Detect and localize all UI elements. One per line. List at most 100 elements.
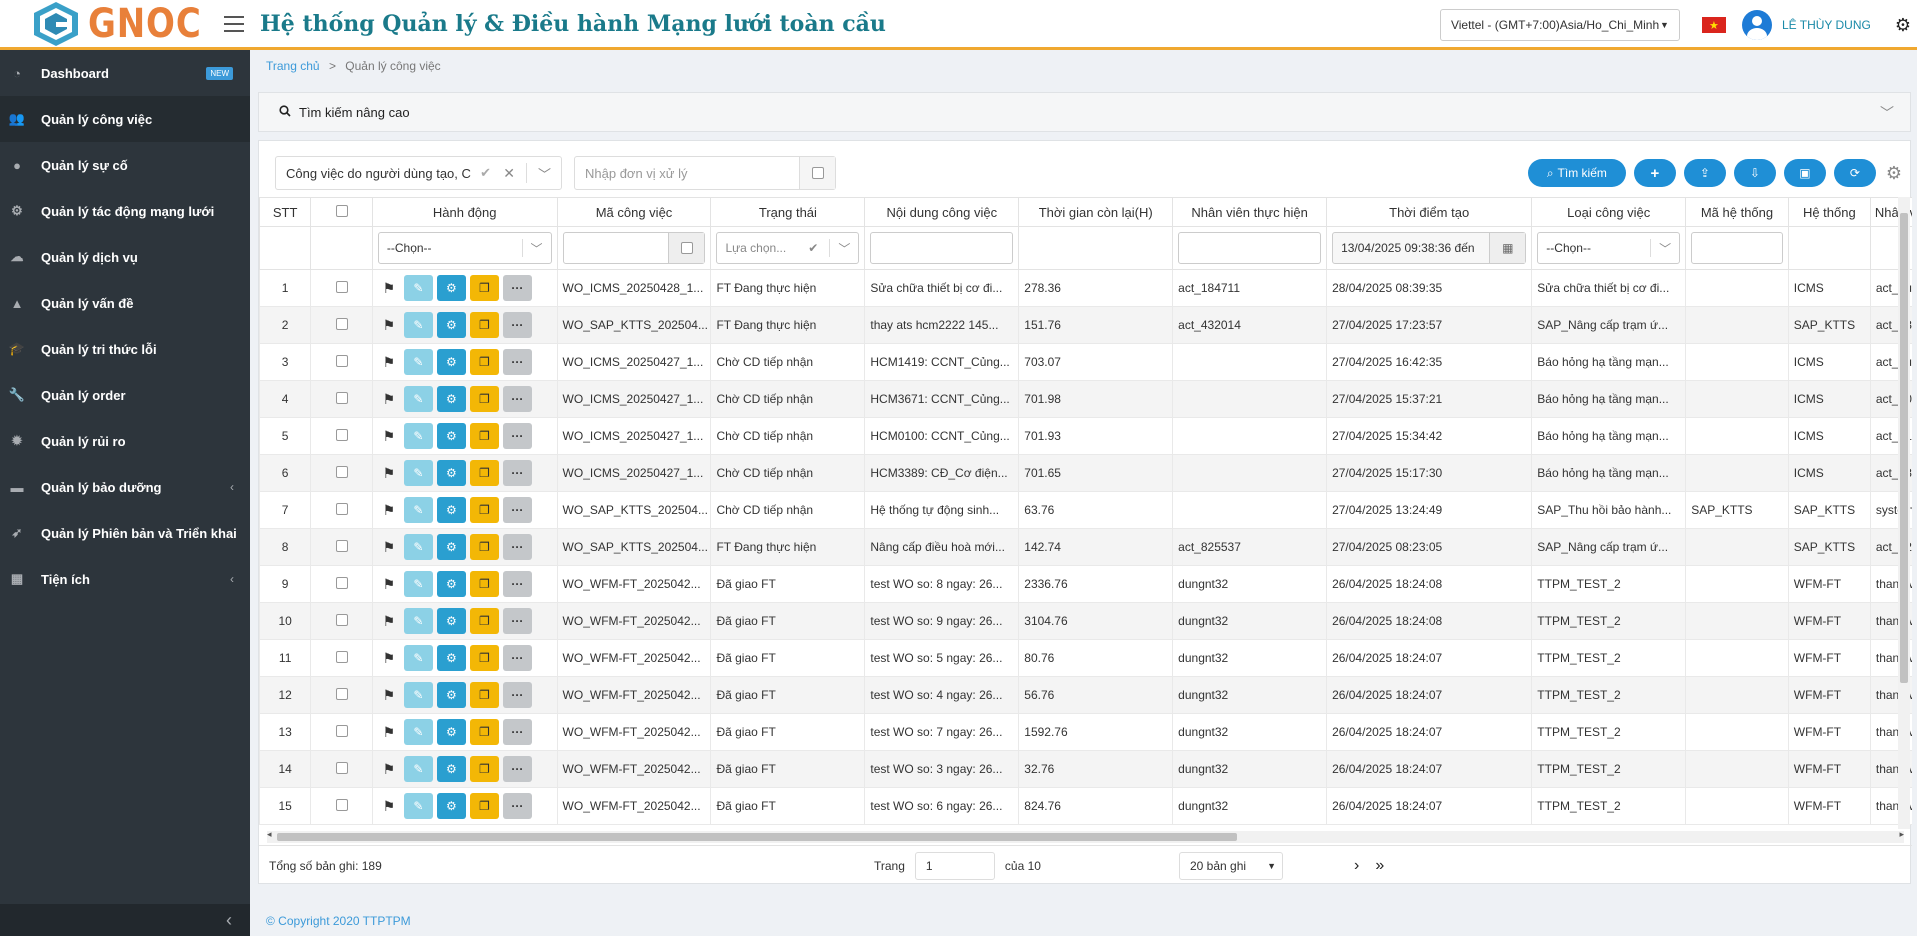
table-row[interactable]: 5 ⚑ ✎ ⚙ ❐ ··· WO_ICMS_20250427_1... Chờ CD tiếp… — [259, 417, 1912, 455]
advanced-search-toggle[interactable]: Tìm kiếm nâng cao ﹀ — [258, 92, 1911, 132]
vertical-scrollbar[interactable] — [1898, 197, 1910, 829]
table-row[interactable]: 9 ⚑ ✎ ⚙ ❐ ··· WO_WFM-FT_2025042... Đã giao FT te… — [259, 565, 1912, 603]
column-header-system-code[interactable]: Mã hệ thống — [1685, 197, 1789, 227]
menu-toggle-icon[interactable] — [224, 15, 244, 32]
work-filter-select[interactable]: Công việc do người dùng tạo, C ✔ ✕ ﹀ — [275, 156, 562, 190]
table-row[interactable]: 13 ⚑ ✎ ⚙ ❐ ··· WO_WFM-FT_2025042... Đã giao FT t… — [259, 713, 1912, 751]
edit-button[interactable]: ✎ — [403, 682, 433, 708]
copy-button[interactable]: ❐ — [469, 275, 499, 301]
select-all-checkbox[interactable] — [335, 204, 348, 217]
column-header-assignee[interactable]: Nhân viên thực hiện — [1172, 197, 1328, 227]
unit-input[interactable]: Nhập đơn vị xử lý — [574, 156, 836, 190]
table-row[interactable]: 1 ⚑ ✎ ⚙ ❐ ··· WO_ICMS_20250428_1... FT Đang thự… — [259, 269, 1912, 307]
table-row[interactable]: 15 ⚑ ✎ ⚙ ❐ ··· WO_WFM-FT_2025042... Đã giao FT t… — [259, 787, 1912, 825]
more-button[interactable]: ··· — [502, 460, 532, 486]
flag-icon[interactable]: ⚑ — [378, 463, 400, 483]
configure-button[interactable]: ⚙ — [436, 349, 466, 375]
configure-button[interactable]: ⚙ — [436, 756, 466, 782]
unit-checkbox[interactable] — [799, 157, 835, 189]
configure-button[interactable]: ⚙ — [436, 571, 466, 597]
row-checkbox[interactable] — [335, 576, 348, 589]
column-header-work-code[interactable]: Mã công việc — [556, 197, 712, 227]
edit-button[interactable]: ✎ — [403, 423, 433, 449]
flag-icon[interactable]: ⚑ — [378, 389, 400, 409]
breadcrumb-home-link[interactable]: Trang chủ — [266, 59, 320, 73]
more-button[interactable]: ··· — [502, 275, 532, 301]
edit-button[interactable]: ✎ — [403, 756, 433, 782]
copy-button[interactable]: ❐ — [469, 349, 499, 375]
edit-button[interactable]: ✎ — [403, 349, 433, 375]
save-button[interactable]: ▣ — [1783, 159, 1826, 187]
configure-button[interactable]: ⚙ — [436, 312, 466, 338]
edit-button[interactable]: ✎ — [403, 386, 433, 412]
table-row[interactable]: 11 ⚑ ✎ ⚙ ❐ ··· WO_WFM-FT_2025042... Đã giao FT t… — [259, 639, 1912, 677]
row-checkbox[interactable] — [335, 502, 348, 515]
sidebar-item-maintenance-management[interactable]: ▬ Quản lý bảo dưỡng ‹ — [0, 464, 250, 510]
next-page-icon[interactable]: › — [1354, 857, 1359, 875]
column-header-content[interactable]: Nội dung công việc — [864, 197, 1020, 227]
configure-button[interactable]: ⚙ — [436, 386, 466, 412]
assignee-filter-input[interactable] — [1178, 232, 1322, 264]
edit-button[interactable]: ✎ — [403, 534, 433, 560]
copy-button[interactable]: ❐ — [469, 423, 499, 449]
configure-button[interactable]: ⚙ — [436, 534, 466, 560]
edit-button[interactable]: ✎ — [403, 571, 433, 597]
created-time-filter-input[interactable]: 13/04/2025 09:38:36 đến ▦ — [1332, 232, 1527, 264]
configure-button[interactable]: ⚙ — [436, 497, 466, 523]
table-row[interactable]: 14 ⚑ ✎ ⚙ ❐ ··· WO_WFM-FT_2025042... Đã giao FT t… — [259, 750, 1912, 788]
horizontal-scrollbar[interactable]: ◂ ▸ — [267, 829, 1904, 843]
sidebar-item-service-management[interactable]: ☁ Quản lý dịch vụ — [0, 234, 250, 280]
work-code-filter-checkbox[interactable] — [668, 233, 705, 263]
row-checkbox[interactable] — [335, 391, 348, 404]
sidebar-collapse-button[interactable]: ‹ — [0, 904, 250, 936]
edit-button[interactable]: ✎ — [403, 275, 433, 301]
page-number-input[interactable]: 1 — [914, 851, 995, 880]
row-checkbox[interactable] — [335, 317, 348, 330]
flag-icon[interactable]: ⚑ — [378, 352, 400, 372]
column-header-stt[interactable]: STT — [259, 197, 312, 227]
column-header-actions[interactable]: Hành động — [371, 197, 558, 227]
copy-button[interactable]: ❐ — [469, 719, 499, 745]
column-header-work-type[interactable]: Loại công việc — [1531, 197, 1687, 227]
last-page-icon[interactable]: » — [1375, 857, 1384, 875]
calendar-icon[interactable]: ▦ — [1489, 233, 1526, 263]
user-name[interactable]: LÊ THÙY DUNG — [1782, 18, 1871, 32]
row-checkbox[interactable] — [335, 650, 348, 663]
scroll-left-icon[interactable]: ◂ — [267, 829, 272, 840]
flag-icon[interactable]: ⚑ — [378, 611, 400, 631]
copy-button[interactable]: ❐ — [469, 682, 499, 708]
flag-icon[interactable]: ⚑ — [378, 278, 400, 298]
upload-button[interactable]: ⇪ — [1683, 159, 1726, 187]
copy-button[interactable]: ❐ — [469, 608, 499, 634]
configure-button[interactable]: ⚙ — [436, 275, 466, 301]
sidebar-item-incident-management[interactable]: ● Quản lý sự cố — [0, 142, 250, 188]
app-logo[interactable]: GNOC — [0, 0, 201, 49]
system-code-filter-input[interactable] — [1691, 232, 1783, 264]
copy-button[interactable]: ❐ — [469, 645, 499, 671]
sidebar-item-problem-management[interactable]: ▲ Quản lý vấn đề — [0, 280, 250, 326]
chevron-down-icon[interactable]: ﹀ — [538, 164, 551, 183]
flag-icon[interactable]: ⚑ — [378, 537, 400, 557]
copy-button[interactable]: ❐ — [469, 793, 499, 819]
row-checkbox[interactable] — [335, 613, 348, 626]
edit-button[interactable]: ✎ — [403, 312, 433, 338]
more-button[interactable]: ··· — [502, 423, 532, 449]
user-avatar-icon[interactable] — [1741, 10, 1772, 40]
copy-button[interactable]: ❐ — [469, 386, 499, 412]
column-header-select-all[interactable] — [310, 197, 373, 227]
content-filter-input[interactable] — [870, 232, 1014, 264]
configure-button[interactable]: ⚙ — [436, 719, 466, 745]
copy-button[interactable]: ❐ — [469, 497, 499, 523]
sidebar-item-dashboard[interactable]: ◔ Dashboard NEW — [0, 50, 250, 96]
configure-button[interactable]: ⚙ — [436, 682, 466, 708]
more-button[interactable]: ··· — [502, 608, 532, 634]
edit-button[interactable]: ✎ — [403, 645, 433, 671]
row-checkbox[interactable] — [335, 724, 348, 737]
column-settings-icon[interactable]: ⚙ — [1886, 163, 1902, 184]
column-header-remaining-time[interactable]: Thời gian còn lại(H) — [1018, 197, 1174, 227]
edit-button[interactable]: ✎ — [403, 719, 433, 745]
copy-button[interactable]: ❐ — [469, 534, 499, 560]
flag-icon[interactable]: ⚑ — [378, 796, 400, 816]
work-code-filter-input[interactable] — [562, 232, 706, 264]
table-row[interactable]: 4 ⚑ ✎ ⚙ ❐ ··· WO_ICMS_20250427_1... Chờ CD tiếp… — [259, 380, 1912, 418]
